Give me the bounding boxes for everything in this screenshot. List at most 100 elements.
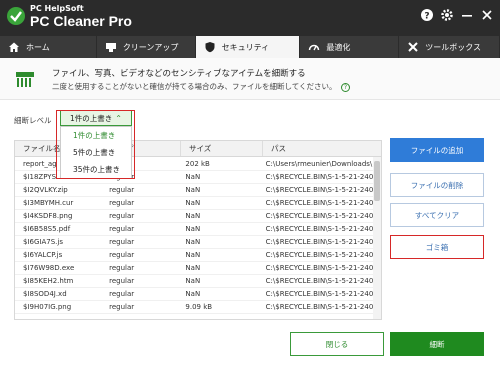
cell-path: C:\$RECYCLE.BIN\S-1-5-21-240	[265, 173, 374, 181]
col-path[interactable]: パス	[263, 141, 381, 156]
tools-icon	[408, 42, 418, 52]
cell-path: C:\$RECYCLE.BIN\S-1-5-21-240	[265, 290, 374, 298]
tab-cleanup-label: クリーンアップ	[122, 42, 179, 52]
cell-size: NaN	[185, 277, 201, 285]
cell-path: C:\$RECYCLE.BIN\S-1-5-21-240	[265, 238, 374, 246]
table-scrollbar[interactable]	[373, 157, 381, 319]
chevron-up-icon: ⌃	[115, 113, 122, 123]
tab-home[interactable]: ホーム	[0, 36, 96, 58]
trash-button[interactable]: ゴミ箱	[390, 235, 484, 259]
tab-home-label: ホーム	[26, 42, 50, 52]
cell-path: C:\$RECYCLE.BIN\S-1-5-21-240	[265, 251, 374, 259]
dropdown-option-1[interactable]: 1件の上書き	[61, 127, 131, 144]
cell-type: regular	[109, 277, 135, 285]
cell-path: C:\Users\rmeunier\Downloads\	[265, 160, 373, 168]
add-file-button[interactable]: ファイルの追加	[390, 138, 484, 162]
table-row[interactable]: $I6GIA7S.js regular NaN C:\$RECYCLE.BIN\S-1…	[15, 236, 375, 249]
col-size[interactable]: サイズ	[181, 141, 263, 156]
speedometer-icon	[309, 44, 320, 51]
cell-filename: $I76W98D.exe	[23, 264, 75, 272]
cell-size: NaN	[185, 173, 201, 181]
table-row[interactable]: $I4KSDF8.png regular NaN C:\$RECYCLE.BIN\S-…	[15, 210, 375, 223]
dropdown-option-5[interactable]: 5件の上書き	[61, 144, 131, 161]
cell-size: NaN	[185, 186, 201, 194]
shield-icon	[205, 42, 215, 53]
cell-type: regular	[109, 212, 135, 220]
tab-cleanup[interactable]: クリーンアップ	[96, 36, 195, 58]
delete-file-button[interactable]: ファイルの削除	[390, 173, 484, 197]
cell-path: C:\$RECYCLE.BIN\S-1-5-21-240	[265, 277, 374, 285]
cell-size: NaN	[185, 264, 201, 272]
cell-size: 9.09 kB	[185, 303, 213, 311]
cell-path: C:\$RECYCLE.BIN\S-1-5-21-240	[265, 264, 374, 272]
broom-icon	[105, 43, 116, 52]
close-icon[interactable]	[480, 8, 494, 22]
cell-size: NaN	[185, 225, 201, 233]
home-icon	[9, 42, 19, 52]
close-button[interactable]: 閉じる	[290, 332, 384, 356]
tab-toolbox[interactable]: ツールボックス	[399, 36, 499, 58]
header-title: ファイル、写真、ビデオなどのセンシティブなアイテムを細断する	[52, 69, 306, 79]
cell-type: regular	[109, 199, 135, 207]
cell-path: C:\$RECYCLE.BIN\S-1-5-21-240	[265, 199, 374, 207]
table-row[interactable]: $I6B58S5.pdf regular NaN C:\$RECYCLE.BIN\S-…	[15, 223, 375, 236]
cell-filename: $I2QVLKY.zip	[23, 186, 68, 194]
tab-optimize[interactable]: 最適化	[300, 36, 399, 58]
table-row[interactable]: $I76W98D.exe regular NaN C:\$RECYCLE.BIN\S-…	[15, 262, 375, 275]
scrollbar-thumb[interactable]	[374, 161, 380, 201]
table-row[interactable]: $I8SOD4J.xd regular NaN C:\$RECYCLE.BIN\S-1…	[15, 288, 375, 301]
minimize-icon[interactable]	[460, 8, 474, 22]
cell-type: regular	[109, 251, 135, 259]
cell-type: regular	[109, 264, 135, 272]
table-row[interactable]: $I2QVLKY.zip regular NaN C:\$RECYCLE.BIN\S-…	[15, 184, 375, 197]
cell-size: NaN	[185, 199, 201, 207]
cell-filename: $I9H07IG.png	[23, 303, 72, 311]
clear-all-button[interactable]: すべてクリア	[390, 203, 484, 227]
cell-filename: $I8SOD4J.xd	[23, 290, 67, 298]
cell-filename: $I3MBYMH.cur	[23, 199, 74, 207]
tab-security[interactable]: セキュリティ	[195, 36, 300, 58]
cell-filename: $I6YALCP.js	[23, 251, 63, 259]
cell-type: regular	[109, 303, 135, 311]
security-panel: ファイル、写真、ビデオなどのセンシティブなアイテムを細断する 二度と使用すること…	[0, 58, 500, 373]
table-row[interactable]: $I9H07IG.png regular 9.09 kB C:\$RECYCLE.BI…	[15, 301, 375, 314]
main-tabs: ホーム クリーンアップ セキュリティ 最適化 ツールボックス	[0, 36, 500, 58]
header-subtitle: 二度と使用することがないと確信が持てる場合のみ、ファイルを細断してください。 ?	[52, 81, 350, 92]
question-icon[interactable]: ?	[340, 82, 350, 92]
dropdown-option-35[interactable]: 35件の上書き	[61, 161, 131, 178]
gear-icon[interactable]	[440, 8, 454, 22]
table-body: report_ag 202 kB C:\Users\rmeunier\Downloa…	[15, 158, 375, 314]
cell-type: regular	[109, 186, 135, 194]
help-icon[interactable]: ?	[420, 8, 434, 22]
header-subtitle-text: 二度と使用することがないと確信が持てる場合のみ、ファイルを細断してください。	[52, 82, 337, 91]
title-bar: PC HelpSoft PC Cleaner Pro ?	[0, 0, 500, 32]
app-logo-icon	[7, 7, 25, 25]
cell-type: regular	[109, 290, 135, 298]
cell-type: regular	[109, 238, 135, 246]
cell-size: 202 kB	[185, 160, 210, 168]
cell-size: NaN	[185, 238, 201, 246]
table-row[interactable]: $I85KEH2.htm regular NaN C:\$RECYCLE.BIN\S-…	[15, 275, 375, 288]
tab-toolbox-label: ツールボックス	[425, 42, 481, 52]
shred-level-label: 細断レベル	[14, 116, 52, 125]
table-row[interactable]: $I6YALCP.js regular NaN C:\$RECYCLE.BIN\S-1…	[15, 249, 375, 262]
cell-path: C:\$RECYCLE.BIN\S-1-5-21-240	[265, 212, 374, 220]
header-strip: ファイル、写真、ビデオなどのセンシティブなアイテムを細断する 二度と使用すること…	[0, 58, 500, 100]
cell-size: NaN	[185, 251, 201, 259]
shred-level-select[interactable]: 1件の上書き ⌃	[60, 110, 132, 126]
cell-type: regular	[109, 225, 135, 233]
shred-button[interactable]: 細断	[390, 332, 484, 356]
svg-text:?: ?	[424, 12, 429, 22]
cell-path: C:\$RECYCLE.BIN\S-1-5-21-240	[265, 186, 374, 194]
cell-filename: $I4KSDF8.png	[23, 212, 73, 220]
cell-filename: $I85KEH2.htm	[23, 277, 74, 285]
shredder-icon	[16, 72, 34, 87]
brand-small: PC HelpSoft	[30, 4, 84, 13]
tab-optimize-label: 最適化	[326, 42, 351, 52]
table-row[interactable]: $I3MBYMH.cur regular NaN C:\$RECYCLE.BIN\S-…	[15, 197, 375, 210]
cell-size: NaN	[185, 290, 201, 298]
shred-level-dropdown: 1件の上書き 5件の上書き 35件の上書き	[60, 126, 132, 179]
tab-security-label: セキュリティ	[221, 42, 270, 52]
shred-level-value: 1件の上書き	[70, 113, 113, 123]
cell-path: C:\$RECYCLE.BIN\S-1-5-21-240	[265, 225, 374, 233]
